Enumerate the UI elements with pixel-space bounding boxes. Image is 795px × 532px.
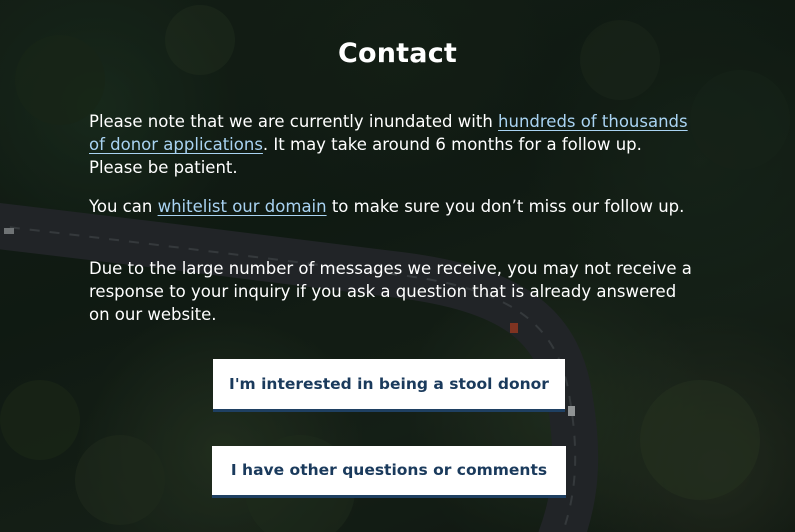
- page-title: Contact: [337, 38, 458, 69]
- whitelist-paragraph: You can whitelist our domain to make sur…: [89, 195, 695, 218]
- notice-paragraph: Please note that we are currently inunda…: [89, 110, 695, 179]
- whitelist-text-end: to make sure you don’t miss our follow u…: [326, 197, 685, 216]
- whitelist-text-start: You can: [89, 197, 158, 216]
- other-questions-button[interactable]: I have other questions or comments: [212, 446, 566, 498]
- notice-text-start: Please note that we are currently inunda…: [89, 112, 499, 131]
- stool-donor-button[interactable]: I'm interested in being a stool donor: [213, 359, 565, 412]
- response-disclaimer-paragraph: Due to the large number of messages we r…: [89, 259, 692, 324]
- whitelist-domain-link[interactable]: whitelist our domain: [158, 197, 327, 216]
